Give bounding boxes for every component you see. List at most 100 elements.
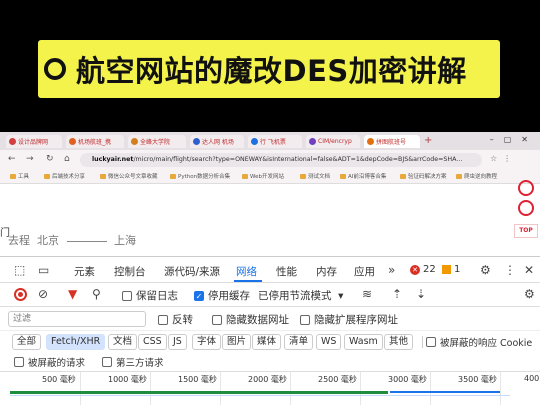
bookmark-item[interactable]: 爬虫逆向教程 <box>456 172 497 180</box>
network-settings-icon[interactable]: ⚙ <box>524 287 535 301</box>
grid-line <box>500 372 501 405</box>
extension-icons[interactable]: ☆⋮ <box>490 154 517 163</box>
type-filter-font[interactable]: 字体 <box>192 334 222 350</box>
warning-count-badge[interactable]: 1 <box>442 264 460 275</box>
browser-tab[interactable]: 达人网 机场 <box>190 135 244 148</box>
floating-sidebar: TOP <box>510 180 540 244</box>
address-row: ← → ↻ ⌂ luckyair.net/micro/main/flight/s… <box>0 150 540 170</box>
grid-line <box>360 372 361 405</box>
timeline-tick: 1500 毫秒 <box>178 375 217 384</box>
tab-favicon-icon <box>193 138 200 145</box>
record-button[interactable] <box>14 288 27 301</box>
active-tab-indicator <box>234 280 262 282</box>
checkbox <box>212 314 222 325</box>
new-tab-button[interactable]: + <box>424 135 432 147</box>
disable-cache-checkbox[interactable]: ✓ 停用缓存 <box>194 288 250 303</box>
more-tabs-icon[interactable]: » <box>388 263 395 277</box>
browser-tab[interactable]: CIM/encryp <box>306 135 360 148</box>
url-bar[interactable]: luckyair.net/micro/main/flight/search?ty… <box>80 153 482 167</box>
tab-sources[interactable]: 源代码/来源 <box>164 264 220 279</box>
type-filter-img[interactable]: 图片 <box>222 334 252 350</box>
type-filter-all[interactable]: 全部 <box>12 334 42 350</box>
throttling-select[interactable]: 已停用节流模式 ▾ <box>258 288 343 303</box>
blocked-response-cookies-checkbox[interactable]: 被屏蔽的响应 Cookie <box>426 335 532 349</box>
back-to-top-button[interactable]: TOP <box>514 224 538 238</box>
destination-city: 上海 <box>114 234 136 247</box>
banner-title: 航空网站的魔改DES加密讲解 <box>76 54 467 88</box>
tab-console[interactable]: 控制台 <box>114 264 146 279</box>
url-path: /micro/main/flight/search?type=ONEWAY&is… <box>133 156 463 163</box>
timeline-tick: 500 毫秒 <box>42 375 76 384</box>
divider <box>422 336 423 348</box>
type-filter-wasm[interactable]: Wasm <box>344 334 383 350</box>
type-filter-doc[interactable]: 文档 <box>108 334 138 350</box>
hide-data-urls-checkbox[interactable]: 隐藏数据网址 <box>212 312 289 327</box>
tab-application[interactable]: 应用 <box>354 264 375 279</box>
request-filter-row: 被屏蔽的请求 第三方请求 <box>0 353 540 371</box>
inspect-element-icon[interactable]: ⬚ <box>14 263 25 277</box>
service-icon[interactable] <box>518 180 534 196</box>
type-filter-media[interactable]: 媒体 <box>252 334 282 350</box>
flight-route: 去程 北京 上海 <box>8 232 136 248</box>
bookmark-item[interactable]: 验证码解决方案 <box>400 172 447 180</box>
timeline-tick: 3000 毫秒 <box>388 375 427 384</box>
invert-checkbox[interactable]: 反转 <box>158 312 193 327</box>
browser-tab[interactable]: 设计品牌网 <box>6 135 62 148</box>
network-conditions-icon[interactable]: ≋ <box>362 287 372 301</box>
type-filter-js[interactable]: JS <box>168 334 187 350</box>
third-party-requests-checkbox[interactable]: 第三方请求 <box>102 355 164 369</box>
type-filter-manifest[interactable]: 清单 <box>284 334 314 350</box>
folder-icon <box>170 173 176 179</box>
tab-favicon-icon <box>309 138 316 145</box>
export-har-icon[interactable]: ⇣ <box>416 287 426 301</box>
bookmark-item[interactable]: AI前沿博客合集 <box>340 172 386 180</box>
browser-tab[interactable]: 行 飞机票 <box>248 135 302 148</box>
tab-network[interactable]: 网络 <box>236 264 257 279</box>
tab-memory[interactable]: 内存 <box>316 264 337 279</box>
timeline-tick: 1000 毫秒 <box>108 375 147 384</box>
device-toolbar-icon[interactable]: ▭ <box>38 263 49 277</box>
folder-icon <box>456 173 462 179</box>
type-filter-css[interactable]: CSS <box>138 334 167 350</box>
blocked-requests-checkbox[interactable]: 被屏蔽的请求 <box>14 355 85 369</box>
type-filter-ws[interactable]: WS <box>316 334 342 350</box>
close-devtools-icon[interactable]: ✕ <box>524 263 534 277</box>
browser-tab[interactable]: 机场航班_携 <box>66 135 124 148</box>
type-filter-other[interactable]: 其他 <box>384 334 414 350</box>
tab-performance[interactable]: 性能 <box>276 264 297 279</box>
back-icon[interactable]: ← <box>8 154 16 164</box>
timeline-request-bar <box>10 395 510 396</box>
bookmark-item[interactable]: 微信公众号文章收藏 <box>100 172 158 180</box>
reload-icon[interactable]: ↻ <box>46 154 54 164</box>
checkbox <box>14 357 24 367</box>
bookmark-item[interactable]: 工具 <box>10 172 29 180</box>
preserve-log-checkbox[interactable]: 保留日志 <box>122 288 178 303</box>
folder-icon <box>300 173 306 179</box>
browser-tab-active[interactable]: 拼图航班号 <box>364 135 420 148</box>
headset-icon[interactable] <box>518 200 534 216</box>
folder-icon <box>10 173 16 179</box>
grid-line <box>430 372 431 405</box>
bookmark-item[interactable]: Web开发网站 <box>242 172 284 180</box>
forward-icon[interactable]: → <box>26 154 34 164</box>
bookmark-item[interactable]: 测试文档 <box>300 172 330 180</box>
bookmark-item[interactable]: Python数据分析合集 <box>170 172 230 180</box>
type-filter-fetch-xhr[interactable]: Fetch/XHR <box>46 334 106 350</box>
clear-icon[interactable]: ⊘ <box>38 287 48 301</box>
search-icon[interactable]: ⚲ <box>92 287 101 301</box>
hide-extension-urls-checkbox[interactable]: 隐藏扩展程序网址 <box>300 312 398 327</box>
network-timeline-overview[interactable]: 500 毫秒 1000 毫秒 1500 毫秒 2000 毫秒 2500 毫秒 3… <box>0 371 540 405</box>
error-count-badge[interactable]: ✕ 22 <box>410 264 436 275</box>
browser-tab[interactable]: 全峰大学院 <box>128 135 186 148</box>
more-options-icon[interactable]: ⋮ <box>504 263 516 277</box>
tab-elements[interactable]: 元素 <box>74 264 95 279</box>
window-controls[interactable]: –▢✕ <box>490 135 538 144</box>
bookmark-item[interactable]: 后端技术分享 <box>44 172 85 180</box>
browser-tab-bar: 设计品牌网 机场航班_携 全峰大学院 达人网 机场 行 飞机票 CIM/encr… <box>0 132 540 150</box>
filter-input[interactable] <box>8 311 146 327</box>
filter-icon[interactable]: ▼ <box>68 287 77 301</box>
home-icon[interactable]: ⌂ <box>64 154 70 164</box>
import-har-icon[interactable]: ⇡ <box>392 287 402 301</box>
settings-gear-icon[interactable]: ⚙ <box>480 263 491 277</box>
checkbox <box>122 290 132 301</box>
